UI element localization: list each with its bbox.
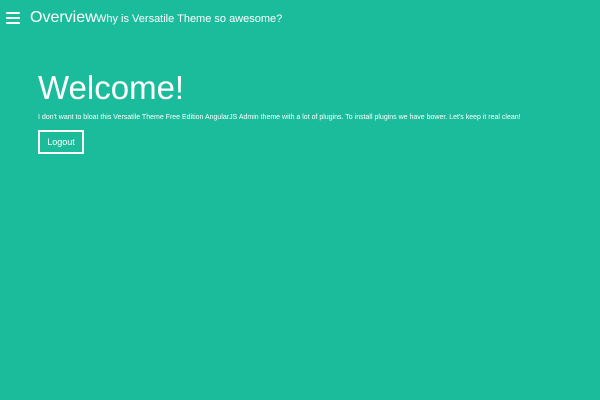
page-title[interactable]: Overview xyxy=(30,9,97,27)
menu-bar-line xyxy=(6,22,20,24)
menu-bar-line xyxy=(6,17,20,19)
welcome-heading: Welcome! xyxy=(38,69,185,106)
menu-bar-line xyxy=(6,12,20,14)
hamburger-menu-icon[interactable] xyxy=(6,12,20,24)
top-navbar: Overview Why is Versatile Theme so aweso… xyxy=(0,0,600,36)
page-subtitle: Why is Versatile Theme so awesome? xyxy=(96,13,283,25)
logout-button[interactable]: Logout xyxy=(38,130,84,154)
welcome-description: I don't want to bloat this Versatile The… xyxy=(38,114,521,121)
welcome-section: Welcome! I don't want to bloat this Vers… xyxy=(38,68,578,154)
